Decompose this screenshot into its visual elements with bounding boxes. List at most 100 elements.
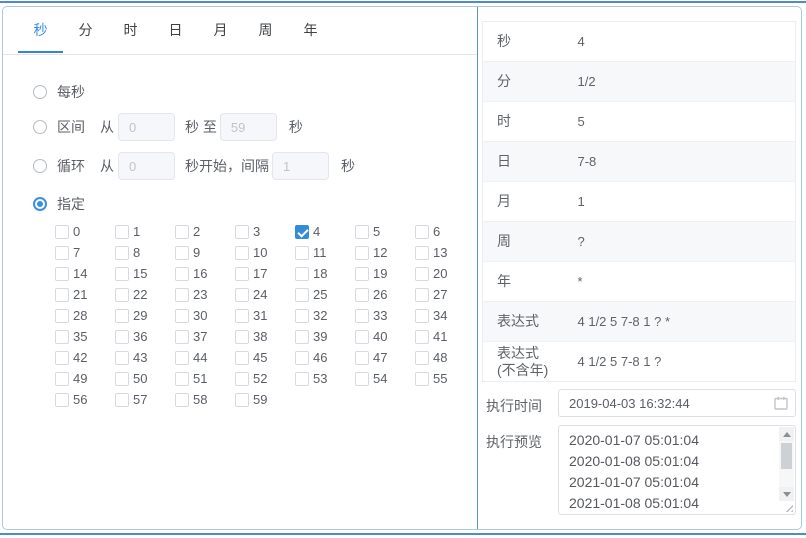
checkbox-icon xyxy=(235,393,249,407)
calendar-icon[interactable] xyxy=(774,396,788,410)
radio-unchecked-icon[interactable] xyxy=(33,85,47,99)
checkbox-icon xyxy=(175,351,189,365)
second-checkbox-23[interactable]: 23 xyxy=(175,284,235,305)
tab-day[interactable]: 日 xyxy=(153,7,198,54)
radio-unchecked-icon[interactable] xyxy=(33,120,47,134)
option-specify[interactable]: 指定 xyxy=(33,196,477,211)
second-checkbox-45[interactable]: 45 xyxy=(235,347,295,368)
scroll-up-button[interactable] xyxy=(779,427,794,441)
second-checkbox-35[interactable]: 35 xyxy=(55,326,115,347)
second-checkbox-41[interactable]: 41 xyxy=(415,326,475,347)
second-checkbox-5[interactable]: 5 xyxy=(355,221,415,242)
tab-week[interactable]: 周 xyxy=(243,7,288,54)
checkbox-icon xyxy=(295,288,309,302)
second-checkbox-16[interactable]: 16 xyxy=(175,263,235,284)
tab-minute[interactable]: 分 xyxy=(63,7,108,54)
second-checkbox-30[interactable]: 30 xyxy=(175,305,235,326)
second-checkbox-55[interactable]: 55 xyxy=(415,368,475,389)
second-checkbox-26[interactable]: 26 xyxy=(355,284,415,305)
tab-hour[interactable]: 时 xyxy=(108,7,153,54)
second-checkbox-34[interactable]: 34 xyxy=(415,305,475,326)
second-checkbox-17[interactable]: 17 xyxy=(235,263,295,284)
second-checkbox-29[interactable]: 29 xyxy=(115,305,175,326)
second-checkbox-36[interactable]: 36 xyxy=(115,326,175,347)
checkbox-label: 41 xyxy=(433,329,447,344)
second-checkbox-3[interactable]: 3 xyxy=(235,221,295,242)
cron-field-editor-panel: 秒分时日月周年 每秒 区间 从 秒 至 秒 循环 从 秒开始，间隔 xyxy=(3,7,477,529)
second-checkbox-14[interactable]: 14 xyxy=(55,263,115,284)
cycle-interval-input[interactable] xyxy=(272,152,329,180)
second-checkbox-31[interactable]: 31 xyxy=(235,305,295,326)
second-checkbox-13[interactable]: 13 xyxy=(415,242,475,263)
tab-month[interactable]: 月 xyxy=(198,7,243,54)
second-checkbox-19[interactable]: 19 xyxy=(355,263,415,284)
second-checkbox-50[interactable]: 50 xyxy=(115,368,175,389)
second-checkbox-8[interactable]: 8 xyxy=(115,242,175,263)
result-label: 日 xyxy=(483,142,578,182)
checkbox-label: 44 xyxy=(193,350,207,365)
second-checkbox-42[interactable]: 42 xyxy=(55,347,115,368)
option-every-second[interactable]: 每秒 xyxy=(33,84,477,99)
second-checkbox-24[interactable]: 24 xyxy=(235,284,295,305)
second-checkbox-47[interactable]: 47 xyxy=(355,347,415,368)
tab-year[interactable]: 年 xyxy=(288,7,333,54)
second-checkbox-49[interactable]: 49 xyxy=(55,368,115,389)
second-checkbox-51[interactable]: 51 xyxy=(175,368,235,389)
second-checkbox-18[interactable]: 18 xyxy=(295,263,355,284)
second-checkbox-22[interactable]: 22 xyxy=(115,284,175,305)
second-checkbox-44[interactable]: 44 xyxy=(175,347,235,368)
second-checkbox-52[interactable]: 52 xyxy=(235,368,295,389)
option-range[interactable]: 区间 从 秒 至 秒 xyxy=(33,113,477,141)
checkbox-label: 29 xyxy=(133,308,147,323)
execution-preview-textarea[interactable]: 2020-01-07 05:01:042020-01-08 05:01:0420… xyxy=(558,425,796,515)
radio-checked-icon[interactable] xyxy=(33,197,47,211)
second-checkbox-32[interactable]: 32 xyxy=(295,305,355,326)
second-checkbox-56[interactable]: 56 xyxy=(55,389,115,410)
second-checkbox-28[interactable]: 28 xyxy=(55,305,115,326)
checkbox-icon xyxy=(355,351,369,365)
range-to-input[interactable] xyxy=(220,113,277,141)
result-value: 4 1/2 5 7-8 1 ? xyxy=(578,342,796,382)
second-checkbox-39[interactable]: 39 xyxy=(295,326,355,347)
second-checkbox-43[interactable]: 43 xyxy=(115,347,175,368)
radio-unchecked-icon[interactable] xyxy=(33,159,47,173)
execution-time-input[interactable] xyxy=(558,389,796,417)
option-cycle[interactable]: 循环 从 秒开始，间隔 秒 xyxy=(33,152,477,180)
second-checkbox-15[interactable]: 15 xyxy=(115,263,175,284)
second-checkbox-9[interactable]: 9 xyxy=(175,242,235,263)
second-checkbox-38[interactable]: 38 xyxy=(235,326,295,347)
second-checkbox-54[interactable]: 54 xyxy=(355,368,415,389)
second-checkbox-21[interactable]: 21 xyxy=(55,284,115,305)
preview-line: 2020-01-07 05:01:04 xyxy=(569,430,771,451)
tab-second[interactable]: 秒 xyxy=(18,7,63,53)
second-checkbox-0[interactable]: 0 xyxy=(55,221,115,242)
cycle-start-input[interactable] xyxy=(118,152,175,180)
second-checkbox-25[interactable]: 25 xyxy=(295,284,355,305)
second-checkbox-10[interactable]: 10 xyxy=(235,242,295,263)
result-row-second: 秒4 xyxy=(483,22,796,62)
second-checkbox-4[interactable]: 4 xyxy=(295,221,355,242)
second-checkbox-20[interactable]: 20 xyxy=(415,263,475,284)
range-from-input[interactable] xyxy=(118,113,175,141)
scrollbar-thumb[interactable] xyxy=(781,443,792,469)
second-checkbox-59[interactable]: 59 xyxy=(235,389,295,410)
second-checkbox-57[interactable]: 57 xyxy=(115,389,175,410)
second-checkbox-58[interactable]: 58 xyxy=(175,389,235,410)
second-checkbox-27[interactable]: 27 xyxy=(415,284,475,305)
second-checkbox-2[interactable]: 2 xyxy=(175,221,235,242)
second-checkbox-12[interactable]: 12 xyxy=(355,242,415,263)
second-checkbox-48[interactable]: 48 xyxy=(415,347,475,368)
second-checkbox-6[interactable]: 6 xyxy=(415,221,475,242)
second-checkbox-7[interactable]: 7 xyxy=(55,242,115,263)
scroll-down-button[interactable] xyxy=(779,487,794,501)
preview-scrollbar[interactable] xyxy=(779,427,794,501)
second-checkbox-11[interactable]: 11 xyxy=(295,242,355,263)
second-checkbox-33[interactable]: 33 xyxy=(355,305,415,326)
second-checkbox-37[interactable]: 37 xyxy=(175,326,235,347)
checkbox-icon xyxy=(175,246,189,260)
checkbox-label: 46 xyxy=(313,350,327,365)
second-checkbox-40[interactable]: 40 xyxy=(355,326,415,347)
second-checkbox-53[interactable]: 53 xyxy=(295,368,355,389)
second-checkbox-1[interactable]: 1 xyxy=(115,221,175,242)
second-checkbox-46[interactable]: 46 xyxy=(295,347,355,368)
